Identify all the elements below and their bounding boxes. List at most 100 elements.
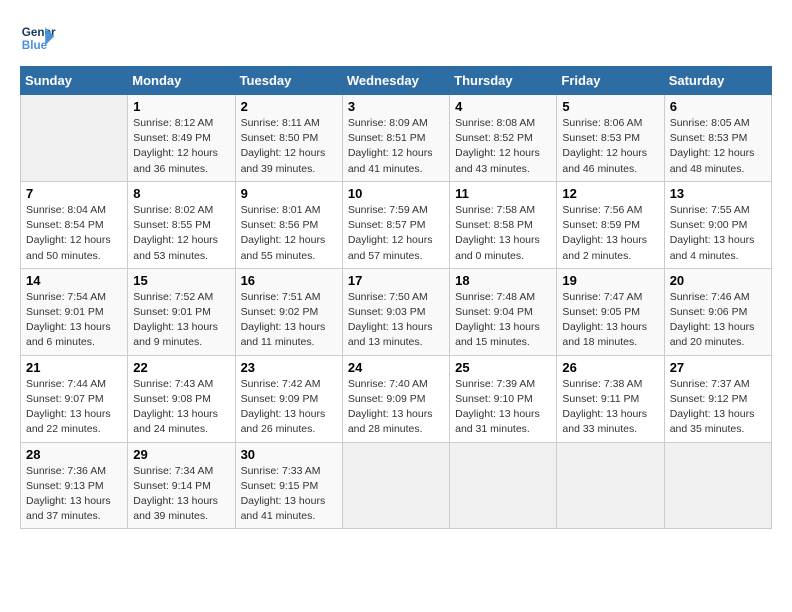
week-row-4: 21Sunrise: 7:44 AM Sunset: 9:07 PM Dayli… bbox=[21, 355, 772, 442]
day-info: Sunrise: 7:36 AM Sunset: 9:13 PM Dayligh… bbox=[26, 464, 122, 525]
week-row-3: 14Sunrise: 7:54 AM Sunset: 9:01 PM Dayli… bbox=[21, 268, 772, 355]
day-number: 16 bbox=[241, 273, 337, 288]
day-cell: 9 Sunrise: 8:01 AM Sunset: 8:56 PM Daylig… bbox=[235, 181, 342, 268]
day-info: Sunrise: 8:02 AM Sunset: 8:55 PM Dayligh… bbox=[133, 203, 229, 264]
day-number: 18 bbox=[455, 273, 551, 288]
day-number: 20 bbox=[670, 273, 766, 288]
page-header: General Blue bbox=[20, 20, 772, 56]
day-number: 22 bbox=[133, 360, 229, 375]
day-cell: 18 Sunrise: 7:48 AM Sunset: 9:04 PM Dayli… bbox=[450, 268, 557, 355]
day-info: Sunrise: 7:58 AM Sunset: 8:58 PM Dayligh… bbox=[455, 203, 551, 264]
week-row-1: 1 Sunrise: 8:12 AM Sunset: 8:49 PM Daylig… bbox=[21, 95, 772, 182]
col-header-friday: Friday bbox=[557, 67, 664, 95]
day-number: 25 bbox=[455, 360, 551, 375]
day-info: Sunrise: 7:54 AM Sunset: 9:01 PM Dayligh… bbox=[26, 290, 122, 351]
day-cell: 10 Sunrise: 7:59 AM Sunset: 8:57 PM Dayli… bbox=[342, 181, 449, 268]
day-cell: 20 Sunrise: 7:46 AM Sunset: 9:06 PM Dayli… bbox=[664, 268, 771, 355]
day-number: 17 bbox=[348, 273, 444, 288]
day-cell: 17 Sunrise: 7:50 AM Sunset: 9:03 PM Dayli… bbox=[342, 268, 449, 355]
day-number: 21 bbox=[26, 360, 122, 375]
day-info: Sunrise: 7:43 AM Sunset: 9:08 PM Dayligh… bbox=[133, 377, 229, 438]
day-info: Sunrise: 7:55 AM Sunset: 9:00 PM Dayligh… bbox=[670, 203, 766, 264]
day-number: 9 bbox=[241, 186, 337, 201]
day-cell: 4 Sunrise: 8:08 AM Sunset: 8:52 PM Daylig… bbox=[450, 95, 557, 182]
day-number: 13 bbox=[670, 186, 766, 201]
day-info: Sunrise: 8:08 AM Sunset: 8:52 PM Dayligh… bbox=[455, 116, 551, 177]
col-header-monday: Monday bbox=[128, 67, 235, 95]
day-number: 10 bbox=[348, 186, 444, 201]
day-number: 12 bbox=[562, 186, 658, 201]
day-info: Sunrise: 8:12 AM Sunset: 8:49 PM Dayligh… bbox=[133, 116, 229, 177]
day-number: 19 bbox=[562, 273, 658, 288]
day-number: 6 bbox=[670, 99, 766, 114]
day-cell: 15 Sunrise: 7:52 AM Sunset: 9:01 PM Dayli… bbox=[128, 268, 235, 355]
day-cell: 27 Sunrise: 7:37 AM Sunset: 9:12 PM Dayli… bbox=[664, 355, 771, 442]
day-number: 27 bbox=[670, 360, 766, 375]
day-info: Sunrise: 7:52 AM Sunset: 9:01 PM Dayligh… bbox=[133, 290, 229, 351]
day-info: Sunrise: 7:42 AM Sunset: 9:09 PM Dayligh… bbox=[241, 377, 337, 438]
day-cell: 2 Sunrise: 8:11 AM Sunset: 8:50 PM Daylig… bbox=[235, 95, 342, 182]
day-number: 4 bbox=[455, 99, 551, 114]
day-number: 7 bbox=[26, 186, 122, 201]
day-number: 30 bbox=[241, 447, 337, 462]
col-header-wednesday: Wednesday bbox=[342, 67, 449, 95]
day-info: Sunrise: 8:06 AM Sunset: 8:53 PM Dayligh… bbox=[562, 116, 658, 177]
col-header-sunday: Sunday bbox=[21, 67, 128, 95]
day-info: Sunrise: 8:05 AM Sunset: 8:53 PM Dayligh… bbox=[670, 116, 766, 177]
day-cell: 12 Sunrise: 7:56 AM Sunset: 8:59 PM Dayli… bbox=[557, 181, 664, 268]
day-number: 11 bbox=[455, 186, 551, 201]
day-cell: 5 Sunrise: 8:06 AM Sunset: 8:53 PM Daylig… bbox=[557, 95, 664, 182]
day-cell: 22 Sunrise: 7:43 AM Sunset: 9:08 PM Dayli… bbox=[128, 355, 235, 442]
day-cell: 14Sunrise: 7:54 AM Sunset: 9:01 PM Dayli… bbox=[21, 268, 128, 355]
day-number: 23 bbox=[241, 360, 337, 375]
day-cell: 19 Sunrise: 7:47 AM Sunset: 9:05 PM Dayli… bbox=[557, 268, 664, 355]
day-info: Sunrise: 8:04 AM Sunset: 8:54 PM Dayligh… bbox=[26, 203, 122, 264]
day-info: Sunrise: 7:56 AM Sunset: 8:59 PM Dayligh… bbox=[562, 203, 658, 264]
day-cell: 30 Sunrise: 7:33 AM Sunset: 9:15 PM Dayli… bbox=[235, 442, 342, 529]
day-cell bbox=[450, 442, 557, 529]
day-info: Sunrise: 7:33 AM Sunset: 9:15 PM Dayligh… bbox=[241, 464, 337, 525]
day-cell: 29Sunrise: 7:34 AM Sunset: 9:14 PM Dayli… bbox=[128, 442, 235, 529]
day-number: 5 bbox=[562, 99, 658, 114]
logo-icon: General Blue bbox=[20, 20, 56, 56]
day-cell: 21Sunrise: 7:44 AM Sunset: 9:07 PM Dayli… bbox=[21, 355, 128, 442]
day-info: Sunrise: 8:01 AM Sunset: 8:56 PM Dayligh… bbox=[241, 203, 337, 264]
week-row-5: 28Sunrise: 7:36 AM Sunset: 9:13 PM Dayli… bbox=[21, 442, 772, 529]
day-number: 1 bbox=[133, 99, 229, 114]
day-cell: 1 Sunrise: 8:12 AM Sunset: 8:49 PM Daylig… bbox=[128, 95, 235, 182]
day-cell: 7 Sunrise: 8:04 AM Sunset: 8:54 PM Daylig… bbox=[21, 181, 128, 268]
day-number: 2 bbox=[241, 99, 337, 114]
day-cell: 13 Sunrise: 7:55 AM Sunset: 9:00 PM Dayli… bbox=[664, 181, 771, 268]
logo: General Blue bbox=[20, 20, 56, 56]
day-number: 26 bbox=[562, 360, 658, 375]
week-row-2: 7 Sunrise: 8:04 AM Sunset: 8:54 PM Daylig… bbox=[21, 181, 772, 268]
day-info: Sunrise: 7:47 AM Sunset: 9:05 PM Dayligh… bbox=[562, 290, 658, 351]
day-cell bbox=[342, 442, 449, 529]
day-cell: 23 Sunrise: 7:42 AM Sunset: 9:09 PM Dayli… bbox=[235, 355, 342, 442]
day-info: Sunrise: 7:40 AM Sunset: 9:09 PM Dayligh… bbox=[348, 377, 444, 438]
day-info: Sunrise: 7:39 AM Sunset: 9:10 PM Dayligh… bbox=[455, 377, 551, 438]
day-cell: 28Sunrise: 7:36 AM Sunset: 9:13 PM Dayli… bbox=[21, 442, 128, 529]
day-info: Sunrise: 7:37 AM Sunset: 9:12 PM Dayligh… bbox=[670, 377, 766, 438]
svg-text:Blue: Blue bbox=[22, 39, 48, 52]
col-header-thursday: Thursday bbox=[450, 67, 557, 95]
day-info: Sunrise: 7:51 AM Sunset: 9:02 PM Dayligh… bbox=[241, 290, 337, 351]
day-cell bbox=[21, 95, 128, 182]
day-number: 8 bbox=[133, 186, 229, 201]
day-cell bbox=[557, 442, 664, 529]
day-info: Sunrise: 7:50 AM Sunset: 9:03 PM Dayligh… bbox=[348, 290, 444, 351]
day-info: Sunrise: 7:46 AM Sunset: 9:06 PM Dayligh… bbox=[670, 290, 766, 351]
day-cell: 11 Sunrise: 7:58 AM Sunset: 8:58 PM Dayli… bbox=[450, 181, 557, 268]
day-info: Sunrise: 7:59 AM Sunset: 8:57 PM Dayligh… bbox=[348, 203, 444, 264]
day-info: Sunrise: 8:09 AM Sunset: 8:51 PM Dayligh… bbox=[348, 116, 444, 177]
day-number: 24 bbox=[348, 360, 444, 375]
day-info: Sunrise: 8:11 AM Sunset: 8:50 PM Dayligh… bbox=[241, 116, 337, 177]
day-number: 15 bbox=[133, 273, 229, 288]
day-info: Sunrise: 7:38 AM Sunset: 9:11 PM Dayligh… bbox=[562, 377, 658, 438]
day-cell: 25 Sunrise: 7:39 AM Sunset: 9:10 PM Dayli… bbox=[450, 355, 557, 442]
day-cell: 8 Sunrise: 8:02 AM Sunset: 8:55 PM Daylig… bbox=[128, 181, 235, 268]
day-cell: 6 Sunrise: 8:05 AM Sunset: 8:53 PM Daylig… bbox=[664, 95, 771, 182]
calendar-table: SundayMondayTuesdayWednesdayThursdayFrid… bbox=[20, 66, 772, 529]
day-cell: 24 Sunrise: 7:40 AM Sunset: 9:09 PM Dayli… bbox=[342, 355, 449, 442]
day-info: Sunrise: 7:48 AM Sunset: 9:04 PM Dayligh… bbox=[455, 290, 551, 351]
